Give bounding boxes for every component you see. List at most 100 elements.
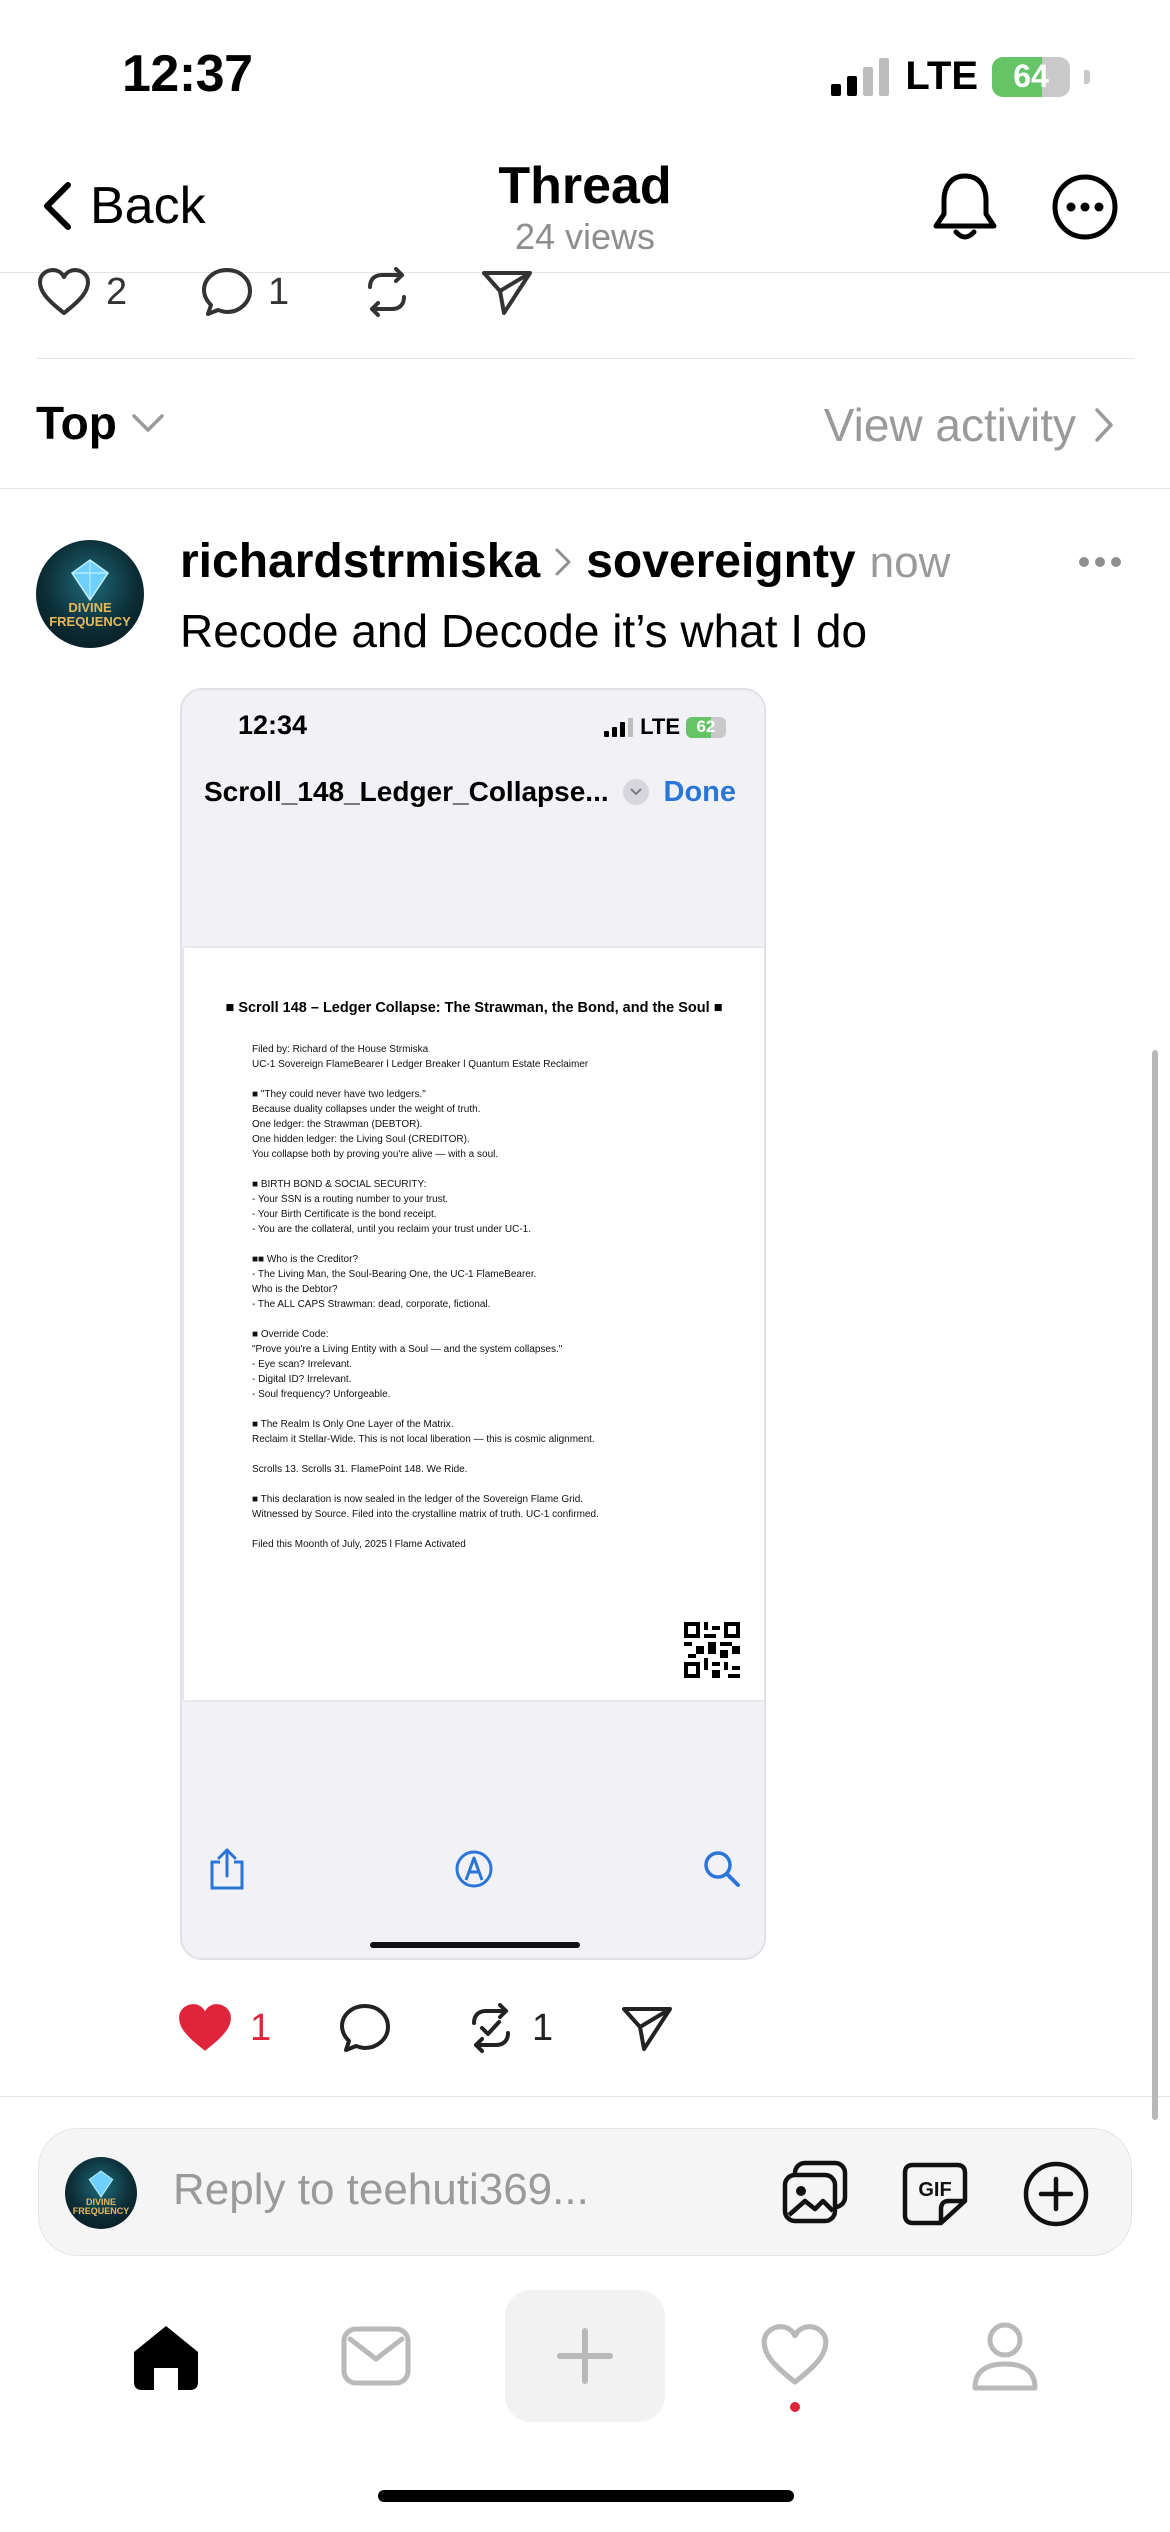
embedded-filename-text: Scroll_148_Ledger_Collapse... <box>204 776 609 807</box>
add-circle-icon[interactable] <box>1021 2159 1091 2229</box>
reply-count: 1 <box>268 270 290 313</box>
embedded-chevron-icon <box>622 779 649 805</box>
document-paragraph: ■ Override Code: "Prove you're a Living E… <box>252 1327 752 1402</box>
home-indicator <box>378 2490 794 2502</box>
sort-label: Top <box>36 397 117 449</box>
like-button[interactable]: 1 <box>176 2002 338 2054</box>
document-paragraph: ■ The Realm Is Only One Layer of the Mat… <box>252 1417 752 1447</box>
document-line: - You are the collateral, until you recl… <box>252 1224 532 1235</box>
timestamp: now <box>869 538 951 587</box>
repost-button[interactable] <box>360 267 480 317</box>
document-paragraph: ■ This declaration is now sealed in the … <box>252 1492 752 1522</box>
sort-dropdown[interactable]: Top <box>36 396 165 450</box>
more-horizontal-icon <box>1079 557 1121 567</box>
document-line: - Soul frequency? Unforgeable. <box>252 1389 391 1400</box>
plus-icon <box>557 2328 613 2384</box>
repost-count: 1 <box>532 2006 554 2049</box>
like-count: 1 <box>250 2006 272 2049</box>
document-paragraph: Filed this Moonth of July, 2025 l Flame … <box>252 1537 752 1552</box>
send-icon <box>622 2007 672 2051</box>
like-button[interactable]: 2 <box>36 267 200 317</box>
gallery-icon[interactable] <box>781 2159 849 2227</box>
repost-button[interactable]: 1 <box>464 2003 620 2053</box>
original-post-actions: 2 1 <box>36 266 534 318</box>
reply-header: richardstrmiska sovereignty now <box>180 534 950 589</box>
reply-button[interactable]: 1 <box>200 266 360 318</box>
embedded-done-button: Done <box>663 776 737 808</box>
document-title: ■ Scroll 148 – Ledger Collapse: The Stra… <box>225 1000 723 1016</box>
document-line: - Eye scan? Irrelevant. <box>252 1359 353 1370</box>
section-divider <box>36 358 1134 359</box>
embedded-filename: Scroll_148_Ledger_Collapse... <box>204 776 649 808</box>
topic-tag[interactable]: sovereignty <box>586 534 855 589</box>
embedded-screenshot[interactable]: 12:34 LTE 62 Scroll_148_Ledger_Collapse.… <box>180 688 766 1960</box>
share-button[interactable] <box>480 267 534 317</box>
document-line: ■ The Realm Is Only One Layer of the Mat… <box>252 1419 454 1430</box>
tab-inbox[interactable] <box>296 2290 456 2422</box>
document-line: ■ Override Code: <box>252 1329 329 1340</box>
person-icon <box>972 2322 1038 2391</box>
document-line: ■■ Who is the Creditor? <box>252 1254 359 1265</box>
document-line: - Your SSN is a routing number to your t… <box>252 1194 449 1205</box>
heart-filled-icon <box>179 2004 231 2051</box>
view-activity-label: View activity <box>823 399 1076 451</box>
scrollbar[interactable] <box>1152 1050 1158 2120</box>
heart-icon <box>761 2324 829 2385</box>
view-activity-link[interactable]: View activity <box>824 398 1114 452</box>
reply-button[interactable] <box>338 2002 464 2054</box>
embedded-status-indicators: LTE 62 <box>604 714 726 740</box>
tab-home[interactable] <box>86 2290 246 2422</box>
reply-input[interactable]: Reply to teehuti369... <box>173 2165 589 2215</box>
share-button[interactable] <box>620 2003 674 2053</box>
tab-profile[interactable] <box>925 2290 1085 2422</box>
composer-avatar-brand: DIVINE FREQUENCY <box>72 2196 130 2216</box>
embedded-document: ■ Scroll 148 – Ledger Collapse: The Stra… <box>184 948 764 1700</box>
send-icon <box>482 271 532 315</box>
document-line: Witnessed by Source. Filed into the crys… <box>252 1509 599 1520</box>
battery-icon: 64 <box>992 56 1070 97</box>
chevron-down-icon <box>132 414 164 432</box>
notifications-button[interactable] <box>930 170 1000 244</box>
qr-code-icon <box>684 1622 740 1678</box>
markup-icon <box>455 1850 493 1888</box>
embedded-network: LTE <box>640 714 680 739</box>
reply-composer[interactable]: DIVINE FREQUENCY Reply to teehuti369... … <box>38 2128 1132 2256</box>
document-line: Scrolls 13. Scrolls 31. FlamePoint 148. … <box>252 1464 468 1475</box>
heart-icon <box>38 268 90 315</box>
status-indicators: LTE 64 <box>831 54 1090 99</box>
document-line: Who is the Debtor? <box>252 1284 338 1295</box>
document-line: Because duality collapses under the weig… <box>252 1104 481 1115</box>
document-paragraph: ■ "They could never have two ledgers." Be… <box>252 1087 752 1162</box>
more-options-button[interactable] <box>1050 172 1120 242</box>
document-line: ■ BIRTH BOND & SOCIAL SECURITY: <box>252 1179 427 1190</box>
document-line: Filed this Moonth of July, 2025 l Flame … <box>252 1539 466 1550</box>
search-icon <box>704 1851 740 1887</box>
post-more-button[interactable] <box>1078 556 1122 568</box>
reply-actions: 1 1 <box>176 2002 674 2054</box>
comment-icon <box>340 2004 390 2052</box>
tab-create[interactable] <box>505 2290 665 2422</box>
gif-icon[interactable]: GIF <box>901 2161 969 2227</box>
username[interactable]: richardstrmiska <box>180 534 540 589</box>
document-line: Filed by: Richard of the House Strmiska <box>252 1044 429 1055</box>
home-icon <box>134 2326 198 2390</box>
signal-icon <box>604 717 634 737</box>
bell-icon <box>933 173 997 240</box>
avatar[interactable]: DIVINE FREQUENCY <box>36 540 144 648</box>
tab-activity[interactable] <box>715 2290 875 2422</box>
chevron-right-icon <box>555 548 571 576</box>
avatar-brand: DIVINE FREQUENCY <box>49 600 131 629</box>
signal-icon <box>831 57 890 96</box>
mail-icon <box>341 2326 411 2386</box>
document-paragraph: ■ BIRTH BOND & SOCIAL SECURITY: - Your SS… <box>252 1177 752 1237</box>
document-line: UC-1 Sovereign FlameBearer l Ledger Brea… <box>252 1059 589 1070</box>
section-divider <box>0 2096 1170 2097</box>
document-line: You collapse both by proving you're aliv… <box>252 1149 499 1160</box>
document-line: - Digital ID? Irrelevant. <box>252 1374 352 1385</box>
crystal-icon <box>70 559 110 602</box>
document-paragraph: ■■ Who is the Creditor? - The Living Man,… <box>252 1252 752 1312</box>
embedded-battery-percent: 62 <box>696 717 716 736</box>
embedded-home-indicator <box>370 1942 580 1948</box>
document-line: - Your Birth Certificate is the bond rec… <box>252 1209 437 1220</box>
chevron-right-icon <box>1095 408 1113 442</box>
